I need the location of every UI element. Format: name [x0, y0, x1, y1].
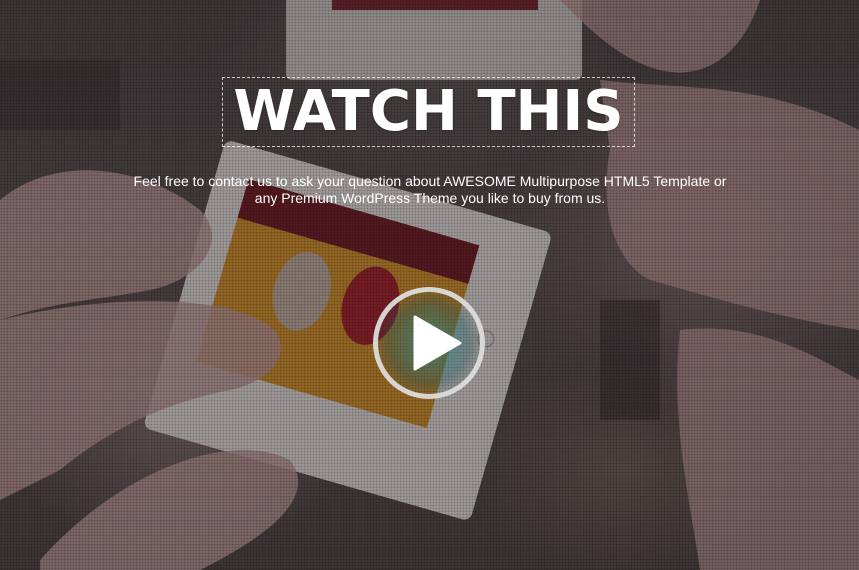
title-frame: WATCH THIS: [222, 77, 635, 147]
play-icon: [413, 315, 462, 371]
hero-description-line-2: any Premium WordPress Theme you like to …: [254, 190, 606, 206]
video-hero-section: WATCH THIS Feel free to contact us to as…: [0, 0, 859, 570]
play-video-button[interactable]: [373, 287, 485, 399]
hero-title: WATCH THIS: [233, 79, 624, 144]
hero-description-line-1: Feel free to contact us to ask your ques…: [133, 173, 727, 189]
hero-description: Feel free to contact us to ask your ques…: [110, 173, 750, 207]
